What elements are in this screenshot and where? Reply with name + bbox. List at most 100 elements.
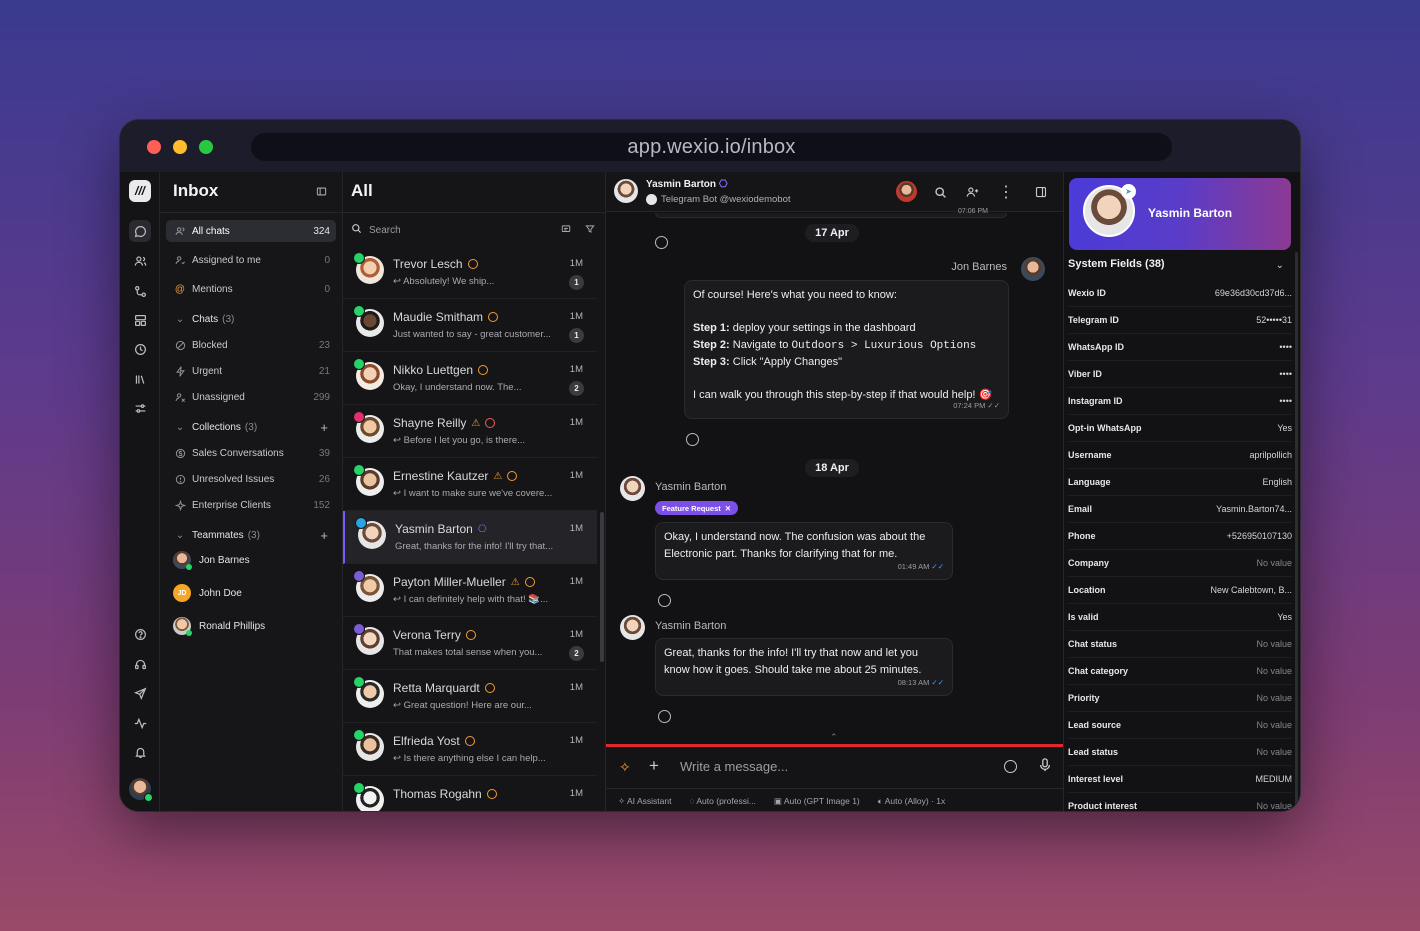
user-avatar[interactable]	[129, 778, 153, 802]
activity-icon[interactable]	[129, 712, 151, 734]
nav-assigned-to-me[interactable]: Assigned to me 0	[166, 249, 336, 271]
chat-item[interactable]: Retta Marquardt ↩ Great question! Here a…	[343, 670, 597, 723]
nav-all-chats[interactable]: All chats 324	[166, 220, 336, 242]
field-row[interactable]: Product interest No value	[1068, 793, 1292, 811]
chat-item[interactable]: Verona Terry That makes total sense when…	[343, 617, 597, 670]
address-bar[interactable]: app.wexio.io/inbox	[251, 133, 1172, 161]
microphone-icon[interactable]	[1039, 758, 1051, 777]
field-row[interactable]: WhatsApp ID ••••	[1068, 334, 1292, 361]
minimize-window-button[interactable]	[173, 140, 187, 154]
details-scrollbar[interactable]	[1295, 252, 1298, 811]
nav-blocked[interactable]: Blocked 23	[166, 334, 336, 356]
remove-tag-icon[interactable]: ✕	[725, 504, 731, 513]
toggle-details-panel-icon[interactable]	[1034, 185, 1048, 199]
wexio-logo-icon[interactable]: ///	[129, 180, 151, 202]
nav-urgent[interactable]: Urgent 21	[166, 360, 336, 382]
chat-item[interactable]: Trevor Lesch ↩ Absolutely! We ship... 1M…	[343, 246, 597, 299]
emoji-icon[interactable]	[1004, 760, 1017, 773]
field-row[interactable]: Chat status No value	[1068, 631, 1292, 658]
chat-item[interactable]: Payton Miller-Mueller ⚠ ↩ I can definitel…	[343, 564, 597, 617]
field-row[interactable]: Username aprilpollich	[1068, 442, 1292, 469]
image-model-selector[interactable]: ▣ Auto (GPT Image 1)	[774, 796, 860, 807]
field-row[interactable]: Location New Calebtown, B...	[1068, 577, 1292, 604]
compose-icon[interactable]	[561, 224, 571, 237]
help-icon[interactable]	[129, 623, 151, 645]
add-teammate-icon[interactable]: +	[320, 528, 328, 543]
templates-icon[interactable]	[129, 309, 151, 331]
support-headset-icon[interactable]	[129, 653, 151, 675]
field-row[interactable]: Company No value	[1068, 550, 1292, 577]
ai-assistant-button[interactable]: ✧ AI Assistant	[618, 796, 671, 807]
filter-icon[interactable]	[585, 224, 595, 237]
field-row[interactable]: Lead status No value	[1068, 739, 1292, 766]
settings-sliders-icon[interactable]	[129, 397, 151, 419]
add-reaction-icon[interactable]	[658, 710, 671, 723]
system-fields-header[interactable]: System Fields (38)	[1068, 258, 1165, 270]
library-icon[interactable]	[129, 368, 151, 390]
field-row[interactable]: Phone +526950107130	[1068, 523, 1292, 550]
agent-message-bubble[interactable]: Of course! Here's what you need to know:…	[684, 280, 1009, 419]
maximize-window-button[interactable]	[199, 140, 213, 154]
search-input[interactable]: Search	[351, 220, 595, 240]
assignee-avatar[interactable]	[896, 181, 917, 202]
voice-selector[interactable]: 🔈︎ Auto (Alloy) · 1x	[878, 796, 945, 807]
contacts-icon[interactable]	[129, 250, 151, 272]
search-icon[interactable]	[933, 185, 947, 199]
teammate-ronald-phillips[interactable]: Ronald Phillips	[173, 614, 265, 638]
teammate-john-doe[interactable]: JD John Doe	[173, 581, 242, 605]
attach-plus-icon[interactable]: +	[649, 756, 659, 776]
add-reaction-icon[interactable]	[658, 594, 671, 607]
nav-mentions[interactable]: @ Mentions 0	[166, 278, 336, 300]
tone-selector[interactable]: ◌ Auto (professi...	[689, 796, 755, 806]
field-row[interactable]: Lead source No value	[1068, 712, 1292, 739]
chat-item[interactable]: Ernestine Kautzer ⚠ ↩ I want to make sure…	[343, 458, 597, 511]
contact-message-bubble[interactable]: Okay, I understand now. The confusion wa…	[655, 522, 953, 580]
field-row[interactable]: Interest level MEDIUM	[1068, 766, 1292, 793]
scroll-up-chevron-icon[interactable]: ⌃	[830, 732, 838, 743]
field-row[interactable]: Opt-in WhatsApp Yes	[1068, 415, 1292, 442]
chat-item[interactable]: Shayne Reilly ⚠ ↩ Before I let you go, is…	[343, 405, 597, 458]
chat-item[interactable]: Nikko Luettgen Okay, I understand now. T…	[343, 352, 597, 405]
field-row[interactable]: Viber ID ••••	[1068, 361, 1292, 388]
field-row[interactable]: Telegram ID 52•••••31	[1068, 307, 1292, 334]
flows-icon[interactable]	[129, 280, 151, 302]
field-row[interactable]: Language English	[1068, 469, 1292, 496]
chat-item[interactable]: Maudie Smitham Just wanted to say - grea…	[343, 299, 597, 352]
chat-list-scrollbar[interactable]	[600, 512, 604, 662]
chat-item[interactable]: Thomas Rogahn 1M	[343, 776, 597, 811]
assign-user-icon[interactable]	[965, 185, 979, 199]
add-collection-icon[interactable]: +	[320, 420, 328, 435]
field-row[interactable]: Instagram ID ••••	[1068, 388, 1292, 415]
field-row[interactable]: Email Yasmin.Barton74...	[1068, 496, 1292, 523]
feature-request-tag[interactable]: Feature Request ✕	[655, 501, 739, 515]
field-row[interactable]: Wexio ID 69e36d30cd37d6...	[1068, 280, 1292, 307]
more-options-icon[interactable]: ⋮	[998, 184, 1014, 201]
chats-group-header[interactable]: ⌄ Chats (3)	[166, 308, 336, 330]
chevron-down-icon[interactable]: ⌄	[1276, 260, 1284, 271]
nav-sales-conversations[interactable]: Sales Conversations 39	[166, 442, 336, 464]
chat-item-selected[interactable]: Yasmin Barton ⎔ Great, thanks for the inf…	[343, 511, 597, 564]
add-reaction-icon[interactable]	[655, 236, 668, 249]
field-row[interactable]: Is valid Yes	[1068, 604, 1292, 631]
contact-message-bubble[interactable]: Great, thanks for the info! I'll try tha…	[655, 638, 953, 696]
field-row[interactable]: Priority No value	[1068, 685, 1292, 712]
inbox-icon[interactable]	[129, 220, 151, 242]
nav-unassigned[interactable]: Unassigned 299	[166, 386, 336, 408]
teammates-group-header[interactable]: ⌄ Teammates (3) +	[166, 524, 336, 546]
nav-enterprise-clients[interactable]: Enterprise Clients 152	[166, 494, 336, 516]
collections-group-header[interactable]: ⌄ Collections (3) +	[166, 416, 336, 438]
chat-item[interactable]: Elfrieda Yost ↩ Is there anything else I…	[343, 723, 597, 776]
ai-sparkle-icon[interactable]: ✧	[619, 759, 631, 776]
nav-unresolved-issues[interactable]: Unresolved Issues 26	[166, 468, 336, 490]
contact-avatar[interactable]	[614, 179, 638, 203]
message-line: Of course! Here's what you need to know:	[693, 289, 897, 301]
close-window-button[interactable]	[147, 140, 161, 154]
teammate-jon-barnes[interactable]: Jon Barnes	[173, 548, 250, 572]
collapse-sidebar-icon[interactable]	[316, 184, 330, 198]
field-row[interactable]: Chat category No value	[1068, 658, 1292, 685]
add-reaction-icon[interactable]	[686, 433, 699, 446]
message-input[interactable]: Write a message...	[680, 759, 788, 774]
notifications-bell-icon[interactable]	[129, 741, 151, 763]
send-icon[interactable]	[129, 682, 151, 704]
history-icon[interactable]	[129, 338, 151, 360]
